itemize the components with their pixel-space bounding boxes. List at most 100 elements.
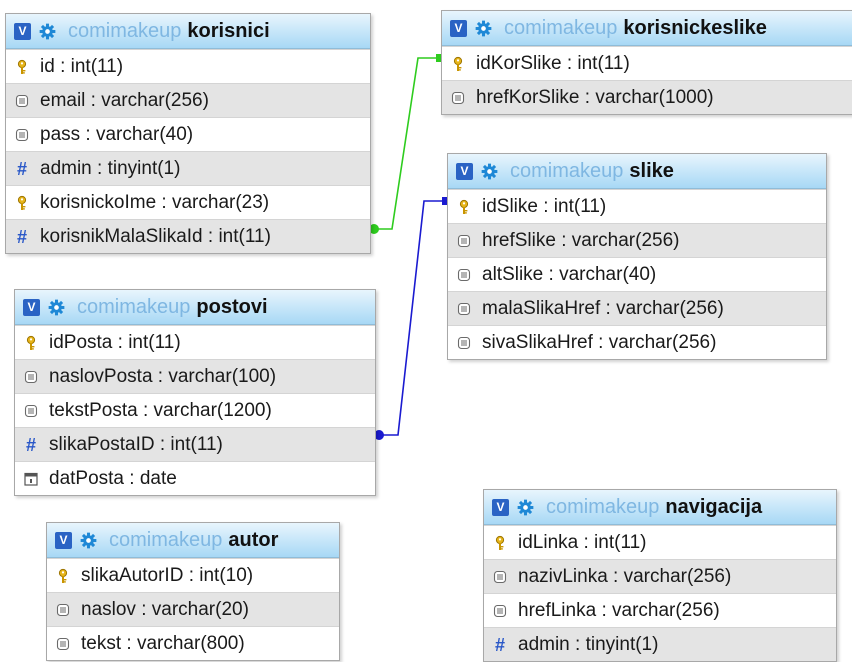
column-definition: idLinka : int(11) xyxy=(518,531,647,553)
column-definition: idPosta : int(11) xyxy=(49,331,181,353)
database-name: comimakeup xyxy=(77,295,191,318)
column-row[interactable]: datPosta : date xyxy=(15,461,375,495)
text-column-icon xyxy=(457,268,471,281)
column-row[interactable]: korisnickoIme : varchar(23) xyxy=(6,185,370,219)
column-row[interactable]: nazivLinka : varchar(256) xyxy=(484,559,836,593)
column-definition: slikaPostaID : int(11) xyxy=(49,433,223,455)
gear-icon[interactable] xyxy=(48,299,65,316)
table-korisnici[interactable]: Vcomimakeup korisnici id : int(11) email : … xyxy=(5,13,371,254)
table-navigacija[interactable]: Vcomimakeup navigacija idLinka : int(11) na… xyxy=(483,489,837,662)
column-definition: hrefSlike : varchar(256) xyxy=(482,229,680,251)
text-column-icon xyxy=(24,404,38,417)
column-definition: altSlike : varchar(40) xyxy=(482,263,657,285)
database-name: comimakeup xyxy=(510,159,624,182)
table-slike[interactable]: Vcomimakeup slike idSlike : int(11) hrefSli… xyxy=(447,153,827,360)
table-header[interactable]: Vcomimakeup korisnici xyxy=(6,14,370,49)
table-header[interactable]: Vcomimakeup slike xyxy=(448,154,826,189)
table-korisnickeslike[interactable]: Vcomimakeup korisnickeslike idKorSlike : i… xyxy=(441,10,852,115)
column-row[interactable]: # slikaPostaID : int(11) xyxy=(15,427,375,461)
toggle-checkbox-icon[interactable]: V xyxy=(456,162,473,180)
toggle-checkbox-icon[interactable]: V xyxy=(14,22,31,40)
toggle-checkbox-icon[interactable]: V xyxy=(450,19,467,37)
table-header[interactable]: Vcomimakeup korisnickeslike xyxy=(442,11,852,46)
column-definition: malaSlikaHref : varchar(256) xyxy=(482,297,724,319)
relation-postovi-slike xyxy=(377,200,447,436)
table-header[interactable]: Vcomimakeup postovi xyxy=(15,290,375,325)
database-name: comimakeup xyxy=(68,19,182,42)
column-definition: id : int(11) xyxy=(40,55,124,77)
table-header[interactable]: Vcomimakeup navigacija xyxy=(484,490,836,525)
column-row[interactable]: hrefLinka : varchar(256) xyxy=(484,593,836,627)
column-row[interactable]: # admin : tinyint(1) xyxy=(6,151,370,185)
key-icon xyxy=(17,59,27,74)
gear-icon[interactable] xyxy=(481,163,498,180)
text-column-icon xyxy=(15,94,29,107)
column-row[interactable]: altSlike : varchar(40) xyxy=(448,257,826,291)
column-row[interactable]: malaSlikaHref : varchar(256) xyxy=(448,291,826,325)
column-row[interactable]: idSlike : int(11) xyxy=(448,189,826,223)
key-icon xyxy=(58,568,68,583)
column-row[interactable]: naslov : varchar(20) xyxy=(47,592,339,626)
column-definition: email : varchar(256) xyxy=(40,89,209,111)
column-row[interactable]: slikaAutorID : int(10) xyxy=(47,558,339,592)
toggle-checkbox-icon[interactable]: V xyxy=(23,298,40,316)
column-definition: tekstPosta : varchar(1200) xyxy=(49,399,272,421)
text-column-icon xyxy=(457,302,471,315)
column-row[interactable]: idLinka : int(11) xyxy=(484,525,836,559)
column-definition: tekst : varchar(800) xyxy=(81,632,245,654)
gear-icon[interactable] xyxy=(39,23,56,40)
table-name: slike xyxy=(629,159,674,182)
column-row[interactable]: # korisnikMalaSlikaId : int(11) xyxy=(6,219,370,253)
toggle-checkbox-icon[interactable]: V xyxy=(55,531,72,549)
database-name: comimakeup xyxy=(504,16,618,39)
column-row[interactable]: tekstPosta : varchar(1200) xyxy=(15,393,375,427)
column-definition: datPosta : date xyxy=(49,467,177,489)
database-name: comimakeup xyxy=(109,528,223,551)
table-name: postovi xyxy=(196,295,268,318)
gear-icon[interactable] xyxy=(517,499,534,516)
date-column-icon xyxy=(24,472,38,486)
table-header[interactable]: Vcomimakeup autor xyxy=(47,523,339,558)
column-definition: idKorSlike : int(11) xyxy=(476,52,630,74)
gear-icon[interactable] xyxy=(80,532,97,549)
column-definition: idSlike : int(11) xyxy=(482,195,607,217)
relation-korisnici-korisnickeslike xyxy=(372,57,441,230)
column-definition: admin : tinyint(1) xyxy=(40,157,181,179)
column-row[interactable]: pass : varchar(40) xyxy=(6,117,370,151)
numeric-column-icon: # xyxy=(494,634,505,655)
column-row[interactable]: naslovPosta : varchar(100) xyxy=(15,359,375,393)
column-row[interactable]: sivaSlikaHref : varchar(256) xyxy=(448,325,826,359)
text-column-icon xyxy=(457,336,471,349)
column-row[interactable]: idPosta : int(11) xyxy=(15,325,375,359)
column-definition: pass : varchar(40) xyxy=(40,123,194,145)
table-autor[interactable]: Vcomimakeup autor slikaAutorID : int(10) na… xyxy=(46,522,340,661)
numeric-column-icon: # xyxy=(16,158,27,179)
numeric-column-icon: # xyxy=(16,226,27,247)
column-row[interactable]: id : int(11) xyxy=(6,49,370,83)
table-name: autor xyxy=(228,528,279,551)
column-definition: korisnickoIme : varchar(23) xyxy=(40,191,270,213)
column-row[interactable]: idKorSlike : int(11) xyxy=(442,46,852,80)
text-column-icon xyxy=(451,91,465,104)
key-icon xyxy=(453,56,463,71)
gear-icon[interactable] xyxy=(475,20,492,37)
column-row[interactable]: hrefKorSlike : varchar(1000) xyxy=(442,80,852,114)
table-name: korisnici xyxy=(187,19,270,42)
text-column-icon xyxy=(56,637,70,650)
text-column-icon xyxy=(15,128,29,141)
table-postovi[interactable]: Vcomimakeup postovi idPosta : int(11) naslo… xyxy=(14,289,376,496)
column-definition: sivaSlikaHref : varchar(256) xyxy=(482,331,717,353)
text-column-icon xyxy=(56,603,70,616)
column-definition: naslov : varchar(20) xyxy=(81,598,249,620)
column-row[interactable]: email : varchar(256) xyxy=(6,83,370,117)
text-column-icon xyxy=(24,370,38,383)
table-name: korisnickeslike xyxy=(623,16,767,39)
toggle-checkbox-icon[interactable]: V xyxy=(492,498,509,516)
column-definition: nazivLinka : varchar(256) xyxy=(518,565,732,587)
numeric-column-icon: # xyxy=(25,434,36,455)
column-definition: naslovPosta : varchar(100) xyxy=(49,365,277,387)
column-definition: hrefLinka : varchar(256) xyxy=(518,599,720,621)
column-row[interactable]: # admin : tinyint(1) xyxy=(484,627,836,661)
column-row[interactable]: hrefSlike : varchar(256) xyxy=(448,223,826,257)
key-icon xyxy=(26,335,36,350)
